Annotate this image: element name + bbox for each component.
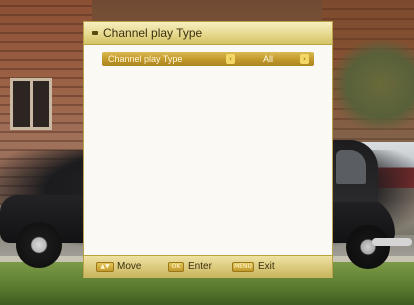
exit-hint: Exit <box>258 261 275 272</box>
background-tree <box>332 40 414 130</box>
move-hint: Move <box>117 261 142 272</box>
move-key-icon: ▲▼ <box>96 262 114 272</box>
ok-key-icon: OK <box>168 262 184 272</box>
channel-play-type-menu: Channel play Type Channel play Type ‹ Al… <box>84 22 332 278</box>
option-label: Channel play Type <box>108 54 183 64</box>
header-bullet-icon <box>92 31 98 35</box>
arrow-right-icon[interactable]: › <box>300 54 309 64</box>
background-wheel-right <box>346 225 390 269</box>
background-car-window <box>336 150 366 184</box>
tv-screen: Channel play Type Channel play Type ‹ Al… <box>0 0 414 305</box>
menu-header: Channel play Type <box>84 22 332 45</box>
arrow-left-icon[interactable]: ‹ <box>226 54 235 64</box>
background-bumper <box>372 238 412 246</box>
option-value: All <box>262 54 273 64</box>
background-wheel-left <box>16 222 62 268</box>
background-window <box>10 78 52 130</box>
menu-title: Channel play Type <box>103 26 203 40</box>
menu-footer: ▲▼ Move OK Enter MENU Exit <box>84 255 332 278</box>
menu-key-icon: MENU <box>232 262 254 272</box>
channel-play-type-option[interactable]: Channel play Type ‹ All › <box>102 52 314 66</box>
enter-hint: Enter <box>188 261 212 272</box>
